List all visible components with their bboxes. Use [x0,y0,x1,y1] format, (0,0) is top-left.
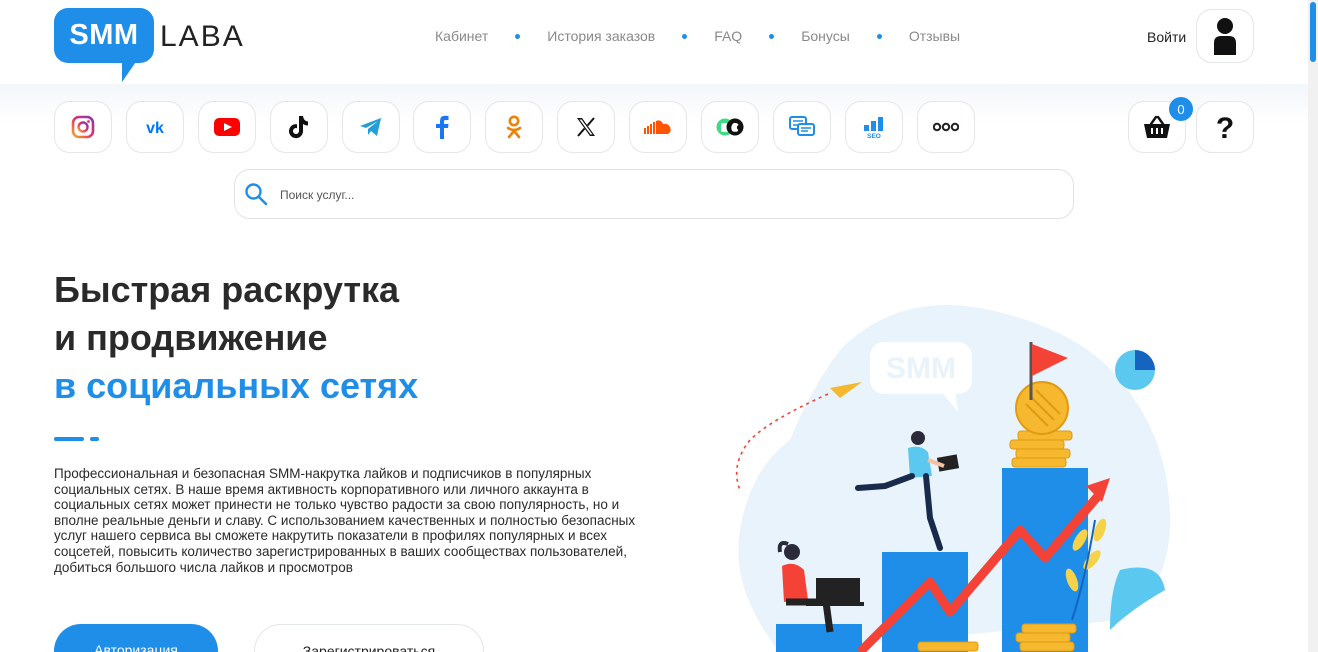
hero-description: Профессиональная и безопасная SMM-накрут… [54,466,636,575]
title-underline [54,437,84,441]
tiktok-button[interactable] [270,101,328,153]
user-icon [1214,18,1236,55]
hero-title-line3: в социальных сетях [54,365,419,406]
logo-text: LABA [160,20,245,53]
search-icon [245,183,268,206]
instagram-icon [71,115,95,139]
login-link[interactable]: Войти [1147,29,1186,45]
reviews-button[interactable] [773,101,831,153]
cart-count-badge: 0 [1169,97,1193,121]
auth-button[interactable]: Авторизация [54,624,218,652]
android-apple-icon [716,118,744,136]
telegram-button[interactable] [342,101,400,153]
youtube-button[interactable] [198,101,256,153]
vk-button[interactable]: vk [126,101,184,153]
pie-chart-icon [1115,350,1155,390]
odnoklassniki-icon [506,115,522,139]
svg-text:SEO: SEO [867,133,881,138]
seo-button[interactable]: SEO [845,101,903,153]
nav-order-history[interactable]: История заказов [547,28,655,44]
soundcloud-icon [644,120,671,134]
register-button[interactable]: Зарегистрироваться [254,624,484,652]
nav-bonuses[interactable]: Бонусы [801,28,850,44]
nav-separator [515,33,521,39]
logo-badge: SMM [54,8,154,82]
facebook-icon [436,115,449,139]
seo-icon: SEO [864,117,883,138]
reviews-icon [789,116,815,136]
title-underline-dot [90,437,99,441]
search-bar [234,169,1074,219]
svg-text:?: ? [1216,113,1234,141]
basket-icon [1144,115,1170,138]
scrollbar-thumb[interactable] [1310,2,1316,62]
tiktok-icon [289,116,308,139]
hero-illustration: SMM [735,305,1170,652]
nav-separator [876,33,882,39]
help-button[interactable]: ? [1196,101,1254,153]
search-input[interactable] [280,184,1040,206]
question-icon: ? [1216,113,1234,141]
apps-button[interactable] [701,101,759,153]
column-low [776,624,862,652]
x-icon [577,117,595,137]
nav-separator [682,33,688,39]
illustration-badge-text: SMM [886,352,956,385]
vk-icon: vk [146,120,164,136]
main-nav: Кабинет История заказов FAQ Бонусы Отзыв… [435,28,960,44]
nav-separator [769,33,775,39]
telegram-icon [360,118,381,136]
scrollbar-track[interactable] [1308,0,1318,652]
instagram-button[interactable] [54,101,112,153]
more-button[interactable] [917,101,975,153]
logo[interactable]: SMM LABA [54,8,245,82]
odnoklassniki-button[interactable] [485,101,543,153]
more-icon [933,122,959,132]
nav-faq[interactable]: FAQ [714,28,742,44]
site-header: SMM LABA Кабинет История заказов FAQ Бон… [0,0,1308,84]
coin-stack-top [1009,430,1073,468]
nav-reviews[interactable]: Отзывы [909,28,960,44]
plant-leaves [1110,567,1165,630]
svg-text:vk: vk [146,120,164,136]
x-button[interactable] [557,101,615,153]
register-button-label: Зарегистрироваться [302,643,436,652]
account-button[interactable] [1196,9,1254,63]
hero-title-line1: Быстрая раскрутка [54,269,399,310]
hero-title-line2: и продвижение [54,317,328,358]
youtube-icon [214,118,240,136]
soundcloud-button[interactable] [629,101,687,153]
facebook-button[interactable] [413,101,471,153]
nav-cabinet[interactable]: Кабинет [435,28,488,44]
